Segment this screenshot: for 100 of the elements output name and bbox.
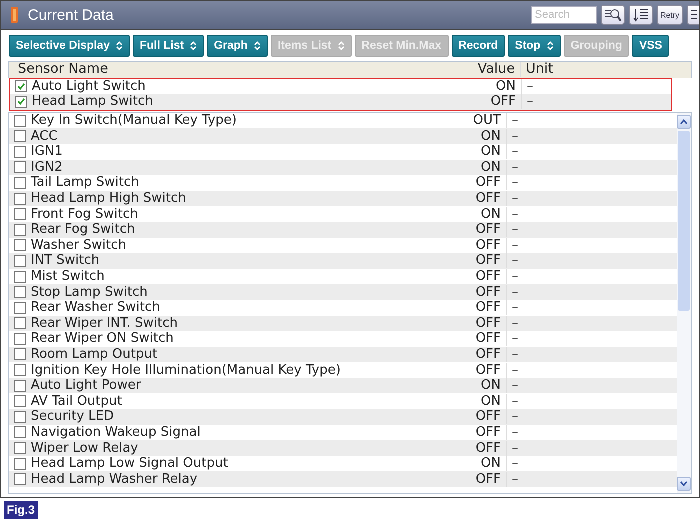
sensor-value: ON (481, 394, 501, 409)
sensor-value: OFF (476, 191, 501, 206)
scroll-thumb[interactable] (678, 130, 690, 311)
sensor-name: Auto Light Switch (32, 78, 146, 94)
sensor-value: ON (481, 206, 501, 222)
toolbar-button[interactable]: Stop (508, 35, 561, 57)
unit-text: – (512, 284, 518, 300)
unit-text: – (512, 269, 518, 284)
retry-button[interactable]: Retry (657, 5, 683, 25)
sensor-value: OFF (476, 440, 501, 456)
sensor-value: ON (481, 378, 501, 394)
sensor-value: ON (481, 128, 501, 144)
unit-text: – (512, 316, 518, 331)
scroll-down-icon (677, 477, 691, 491)
checkbox[interactable] (14, 332, 26, 345)
list-icon (633, 8, 649, 22)
checkbox[interactable] (14, 176, 26, 189)
checkbox[interactable] (14, 130, 26, 142)
sensor-value: OFF (476, 409, 501, 424)
sort-list-button[interactable] (629, 5, 653, 25)
unit-text: – (512, 160, 518, 175)
checkbox[interactable] (14, 270, 26, 283)
column-header: Sensor Name (17, 62, 110, 78)
unit-text: – (512, 144, 518, 160)
sensor-name: Room Lamp Output (31, 346, 158, 362)
unit-text: – (512, 300, 518, 316)
app-icon (11, 7, 18, 23)
sensor-value: ON (481, 456, 501, 472)
search-button[interactable] (601, 5, 625, 25)
unit-text: – (512, 113, 518, 128)
checkbox[interactable] (14, 473, 26, 486)
unit-text: – (512, 346, 518, 362)
menu-icon (690, 8, 697, 22)
sensor-value: OFF (476, 222, 501, 238)
checkbox[interactable] (14, 442, 26, 454)
unit-text: – (512, 191, 518, 206)
toolbar-button[interactable]: Graph (207, 35, 268, 57)
scrollbar[interactable] (677, 112, 691, 493)
menu-button[interactable] (687, 5, 699, 25)
sensor-name: Head Lamp Low Signal Output (31, 456, 228, 472)
sensor-name: Head Lamp High Switch (31, 191, 186, 206)
checkbox[interactable] (14, 254, 26, 267)
sensor-name: Front Fog Switch (31, 206, 138, 222)
sensor-value: ON (496, 78, 516, 94)
checkbox[interactable] (14, 161, 26, 174)
checkbox[interactable] (14, 224, 26, 236)
checkbox[interactable] (14, 146, 26, 158)
sensor-name: Head Lamp Switch (32, 94, 154, 110)
sensor-value: ON (481, 144, 501, 160)
unit-text: – (527, 78, 534, 94)
unit-text: – (512, 409, 518, 424)
sensor-value: ON (481, 160, 501, 175)
checkbox[interactable] (14, 208, 26, 220)
sensor-name: INT Switch (31, 253, 100, 268)
sensor-value: OFF (476, 346, 501, 362)
sensor-name: Security LED (31, 409, 114, 424)
unit-text: – (512, 331, 518, 346)
checkbox[interactable] (15, 96, 27, 108)
toolbar-button[interactable]: VSS (632, 35, 670, 57)
toolbar-button[interactable]: Record (452, 35, 506, 57)
sensor-name: Wiper Low Relay (31, 440, 138, 456)
checkbox[interactable] (14, 426, 26, 438)
unit-text: – (512, 222, 518, 238)
checkbox[interactable] (14, 114, 26, 127)
sensor-value: OFF (476, 238, 501, 253)
checkbox[interactable] (14, 302, 26, 314)
unit-text: – (512, 440, 518, 456)
sensor-value: OFF (476, 362, 501, 378)
checkbox[interactable] (14, 192, 26, 205)
search-field[interactable]: Search (531, 6, 597, 24)
sensor-name: Auto Light Power (31, 378, 142, 394)
sensor-value: OUT (473, 113, 501, 128)
column-header: Unit (525, 62, 554, 78)
figure-label: Fig.3 (4, 501, 38, 519)
checkbox[interactable] (14, 410, 26, 423)
sensor-name: Stop Lamp Switch (31, 284, 148, 300)
sensor-value: OFF (476, 269, 501, 284)
checkbox[interactable] (14, 395, 26, 408)
sensor-name: IGN2 (31, 160, 63, 175)
unit-text: – (512, 206, 518, 222)
checkbox[interactable] (14, 458, 26, 470)
checkbox[interactable] (15, 80, 27, 92)
sensor-value: OFF (476, 175, 501, 190)
sensor-value: OFF (490, 94, 516, 110)
checkbox[interactable] (14, 364, 26, 376)
sensor-value: OFF (476, 331, 501, 346)
checkbox[interactable] (14, 380, 26, 392)
checkbox[interactable] (14, 348, 26, 360)
toolbar-button[interactable]: Selective Display (9, 35, 130, 57)
sensor-name: Rear Fog Switch (31, 222, 136, 238)
window-title: Current Data (28, 6, 114, 24)
unit-text: – (512, 362, 518, 378)
toolbar-button[interactable]: Full List (132, 35, 204, 57)
unit-text: – (527, 94, 534, 110)
unit-text: – (512, 472, 518, 487)
checkbox[interactable] (14, 239, 26, 252)
sensor-name: AV Tail Output (31, 394, 122, 409)
checkbox[interactable] (14, 317, 26, 330)
checkbox[interactable] (14, 286, 26, 298)
unit-text: – (512, 456, 518, 472)
